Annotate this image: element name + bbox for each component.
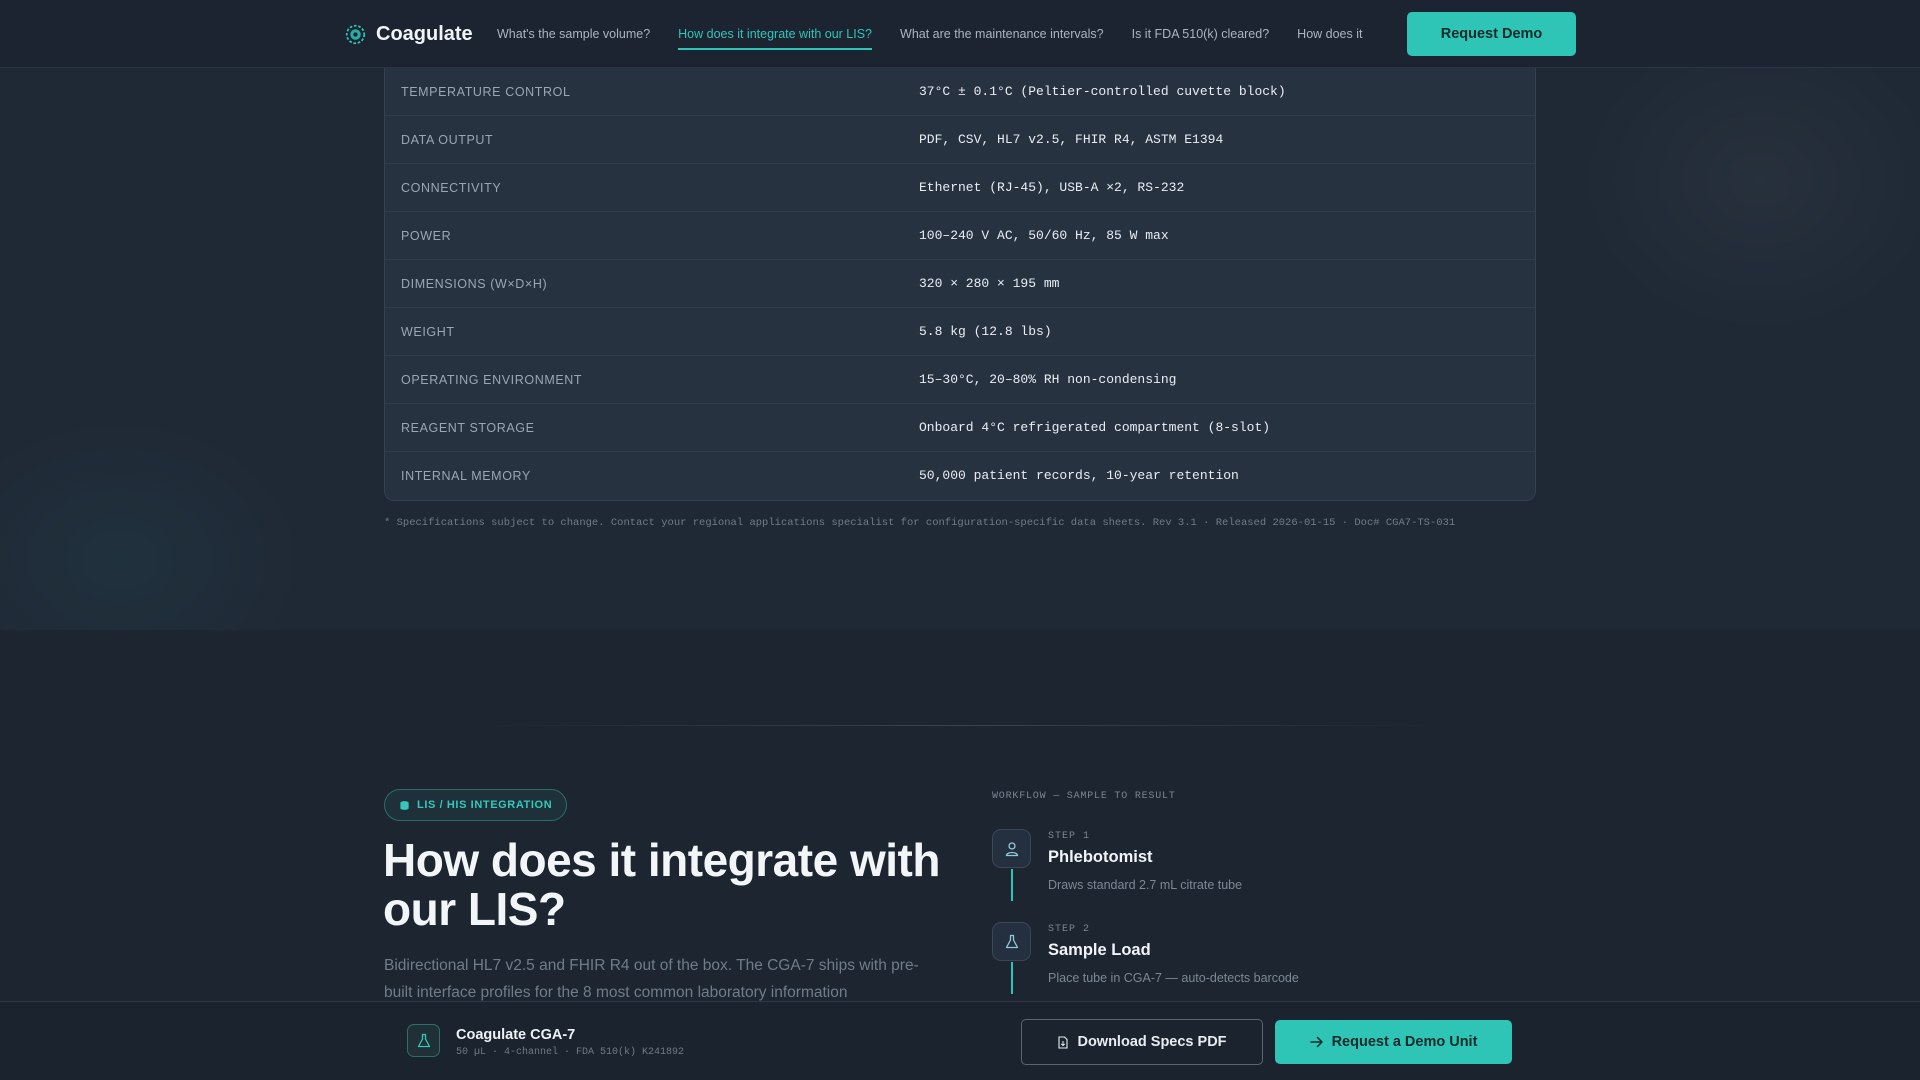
- spec-value: 50,000 patient records, 10-year retentio…: [919, 468, 1239, 483]
- spec-label: Data Output: [401, 133, 494, 147]
- table-row: Temperature Control 37°C ± 0.1°C (Peltie…: [385, 68, 1535, 116]
- spec-value: PDF, CSV, HL7 v2.5, FHIR R4, ASTM E1394: [919, 132, 1224, 147]
- person-icon: [1005, 841, 1018, 856]
- lis-badge: LIS / HIS INTEGRATION: [384, 789, 568, 821]
- brand-name: Coagulate: [376, 22, 473, 45]
- nav-link-fda[interactable]: Is it FDA 510(k) cleared?: [1132, 0, 1270, 68]
- step-icon-box: [992, 829, 1031, 868]
- nav-links: What's the sample volume? How does it in…: [497, 0, 1362, 68]
- spec-value: 15–30°C, 20–80% RH non-condensing: [919, 372, 1177, 387]
- nav-link-how-does-it[interactable]: How does it: [1297, 0, 1362, 68]
- spec-label: Reagent Storage: [401, 421, 535, 435]
- table-row: Reagent Storage Onboard 4°C refrigerated…: [385, 404, 1535, 452]
- step-description: Place tube in CGA-7 — auto-detects barco…: [1048, 971, 1299, 985]
- flask-icon: [417, 1033, 430, 1047]
- gear-logo-icon: [345, 24, 366, 44]
- top-navbar: Coagulate What's the sample volume? How …: [0, 0, 1920, 68]
- table-row: Dimensions (W×D×H) 320 × 280 × 195 mm: [385, 260, 1535, 308]
- spec-value: 37°C ± 0.1°C (Peltier-controlled cuvette…: [919, 84, 1286, 99]
- table-row: Internal Memory 50,000 patient records, …: [385, 452, 1535, 500]
- flask-icon: [1005, 934, 1018, 948]
- specs-table: Temperature Control 37°C ± 0.1°C (Peltie…: [384, 68, 1536, 501]
- sticky-product-bar: Coagulate CGA-7 50 µL · 4-channel · FDA …: [0, 1001, 1920, 1080]
- database-icon: [400, 800, 409, 810]
- step-connector: [1011, 962, 1013, 994]
- step-number: STEP 1: [1048, 831, 1091, 842]
- arrow-right-icon: [1309, 1036, 1323, 1048]
- spec-label: Weight: [401, 325, 455, 339]
- nav-link-sample-volume[interactable]: What's the sample volume?: [497, 0, 650, 68]
- table-row: Operating Environment 15–30°C, 20–80% RH…: [385, 356, 1535, 404]
- step-icon-box: [992, 922, 1031, 961]
- badge-label: LIS / HIS INTEGRATION: [417, 799, 553, 811]
- spec-label: Power: [401, 229, 452, 243]
- document-icon: [1058, 1035, 1069, 1049]
- product-meta: 50 µL · 4-channel · FDA 510(k) K241892: [456, 1047, 685, 1058]
- spec-label: Connectivity: [401, 181, 502, 195]
- product-name: Coagulate CGA-7: [456, 1027, 576, 1043]
- table-row: Connectivity Ethernet (RJ-45), USB-A ×2,…: [385, 164, 1535, 212]
- table-row: Power 100–240 V AC, 50/60 Hz, 85 W max: [385, 212, 1535, 260]
- request-demo-button[interactable]: Request Demo: [1407, 12, 1576, 56]
- nav-link-lis-integration[interactable]: How does it integrate with our LIS?: [678, 0, 872, 68]
- spec-label: Temperature Control: [401, 85, 571, 99]
- section-divider: [470, 725, 1450, 726]
- spec-label: Dimensions (W×D×H): [401, 277, 548, 291]
- brand-logo[interactable]: Coagulate: [345, 20, 473, 48]
- section-description: Bidirectional HL7 v2.5 and FHIR R4 out o…: [384, 957, 919, 1001]
- spec-value: Ethernet (RJ-45), USB-A ×2, RS-232: [919, 180, 1185, 195]
- nav-link-maintenance[interactable]: What are the maintenance intervals?: [900, 0, 1104, 68]
- table-row: Weight 5.8 kg (12.8 lbs): [385, 308, 1535, 356]
- download-specs-button[interactable]: Download Specs PDF: [1021, 1019, 1263, 1065]
- step-title: Phlebotomist: [1048, 848, 1153, 866]
- workflow-label: WORKFLOW — SAMPLE TO RESULT: [992, 791, 1176, 802]
- request-demo-unit-button[interactable]: Request a Demo Unit: [1275, 1020, 1512, 1064]
- spec-value: Onboard 4°C refrigerated compartment (8-…: [919, 420, 1271, 435]
- section-title: How does it integrate with our LIS?: [383, 834, 940, 935]
- step-title: Sample Load: [1048, 941, 1151, 959]
- download-specs-label: Download Specs PDF: [1077, 1034, 1227, 1050]
- step-number: STEP 2: [1048, 924, 1091, 935]
- table-row: Data Output PDF, CSV, HL7 v2.5, FHIR R4,…: [385, 116, 1535, 164]
- spec-label: Operating Environment: [401, 373, 583, 387]
- spec-value: 100–240 V AC, 50/60 Hz, 85 W max: [919, 228, 1169, 243]
- step-description: Draws standard 2.7 mL citrate tube: [1048, 878, 1243, 892]
- product-icon-box: [407, 1024, 440, 1057]
- spec-label: Internal Memory: [401, 469, 531, 483]
- request-demo-unit-label: Request a Demo Unit: [1331, 1034, 1478, 1050]
- workflow-step: STEP 2 Sample Load Place tube in CGA-7 —…: [992, 922, 1392, 1012]
- spec-value: 5.8 kg (12.8 lbs): [919, 324, 1052, 339]
- workflow-step: STEP 1 Phlebotomist Draws standard 2.7 m…: [992, 829, 1392, 919]
- step-connector: [1011, 869, 1013, 901]
- specs-footnote: * Specifications subject to change. Cont…: [384, 517, 1456, 529]
- spec-value: 320 × 280 × 195 mm: [919, 276, 1060, 291]
